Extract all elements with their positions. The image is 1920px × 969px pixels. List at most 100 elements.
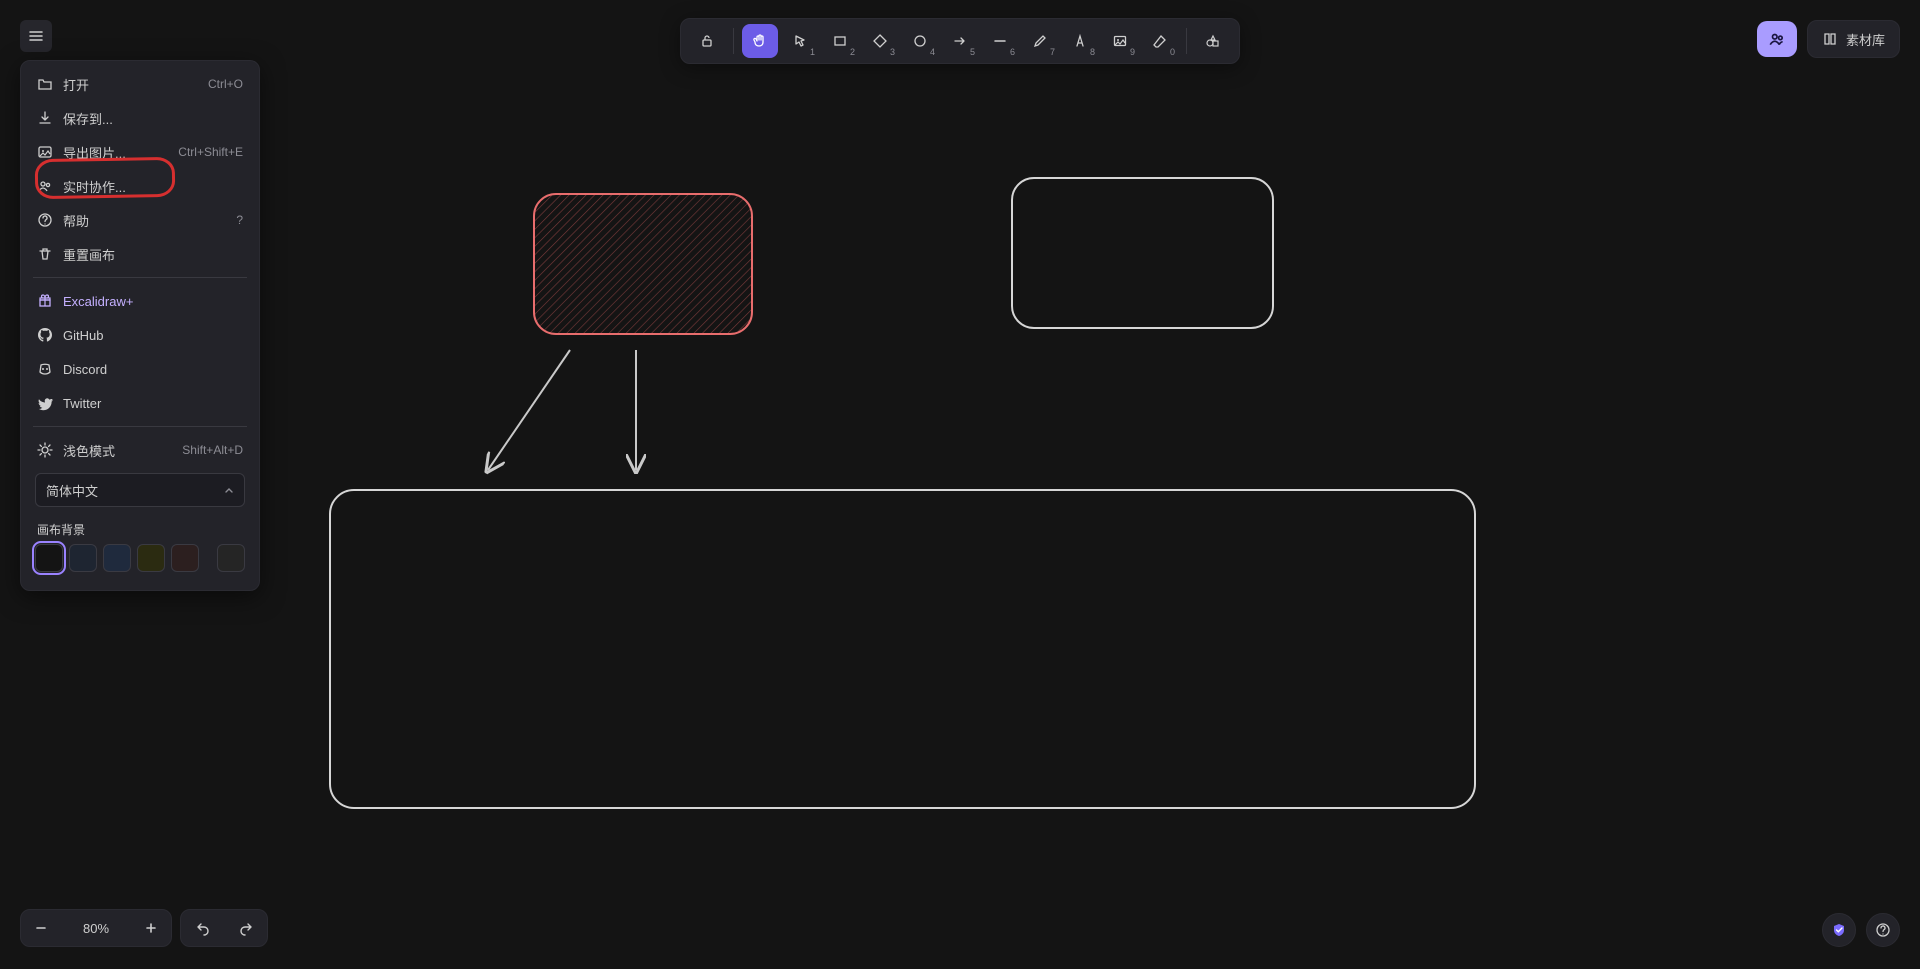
- image-icon: [1112, 33, 1128, 49]
- menu-theme-label: 浅色模式: [63, 441, 172, 460]
- redo-button[interactable]: [224, 910, 267, 946]
- lock-icon: [699, 33, 715, 49]
- main-menu-panel: 打开 Ctrl+O 保存到... 导出图片... Ctrl+Shift+E 实时…: [20, 60, 260, 591]
- text-tool[interactable]: 8: [1062, 24, 1098, 58]
- shapes-tool[interactable]: [1195, 24, 1231, 58]
- menu-excalidraw-plus[interactable]: Excalidraw+: [27, 284, 253, 318]
- menu-theme-shortcut: Shift+Alt+D: [182, 443, 243, 457]
- library-label: 素材库: [1846, 30, 1885, 49]
- menu-help-label: 帮助: [63, 211, 226, 230]
- diamond-icon: [872, 33, 888, 49]
- pencil-icon: [1032, 33, 1048, 49]
- menu-help-shortcut: ?: [236, 213, 243, 227]
- undo-button[interactable]: [181, 910, 224, 946]
- folder-icon: [37, 76, 53, 92]
- undo-icon: [195, 920, 211, 936]
- live-collab-button[interactable]: [1757, 21, 1797, 57]
- menu-reset-canvas[interactable]: 重置画布: [27, 237, 253, 271]
- canvas-bg-swatches: [35, 544, 245, 572]
- plus-icon: [144, 921, 158, 935]
- text-icon: [1072, 33, 1088, 49]
- canvas-white-rect[interactable]: [1012, 178, 1273, 328]
- menu-twitter[interactable]: Twitter: [27, 386, 253, 420]
- menu-help[interactable]: 帮助 ?: [27, 203, 253, 237]
- library-button[interactable]: 素材库: [1807, 20, 1900, 58]
- bottom-right-group: [1822, 913, 1900, 947]
- menu-theme-toggle[interactable]: 浅色模式 Shift+Alt+D: [27, 433, 253, 467]
- menu-divider-1: [33, 277, 247, 278]
- canvas-arrow-1[interactable]: [488, 350, 570, 470]
- eraser-tool[interactable]: 0: [1142, 24, 1178, 58]
- arrow-icon: [952, 33, 968, 49]
- canvas-red-rect[interactable]: [534, 194, 752, 334]
- eraser-icon: [1152, 33, 1168, 49]
- rectangle-icon: [832, 33, 848, 49]
- menu-plus-label: Excalidraw+: [63, 294, 243, 309]
- redo-icon: [238, 920, 254, 936]
- lock-tool[interactable]: [689, 24, 725, 58]
- zoom-value[interactable]: 80%: [61, 921, 131, 936]
- ellipse-icon: [912, 33, 928, 49]
- top-right-group: 素材库: [1757, 20, 1900, 58]
- language-value: 简体中文: [46, 481, 98, 500]
- freedraw-tool[interactable]: 7: [1022, 24, 1058, 58]
- menu-save-to[interactable]: 保存到...: [27, 101, 253, 135]
- zoom-out-button[interactable]: [21, 910, 61, 946]
- hand-tool[interactable]: [742, 24, 778, 58]
- menu-open-shortcut: Ctrl+O: [208, 77, 243, 91]
- undo-group: [180, 909, 268, 947]
- menu-divider-2: [33, 426, 247, 427]
- zoom-in-button[interactable]: [131, 910, 171, 946]
- discord-icon: [37, 361, 53, 377]
- help-icon: [37, 212, 53, 228]
- tool-sub-0: 0: [1170, 47, 1175, 57]
- hand-icon: [752, 33, 768, 49]
- menu-save-to-label: 保存到...: [63, 109, 233, 128]
- tool-sub-8: 8: [1090, 47, 1095, 57]
- tool-sub-7: 7: [1050, 47, 1055, 57]
- menu-live-collab[interactable]: 实时协作...: [27, 169, 253, 203]
- menu-open[interactable]: 打开 Ctrl+O: [27, 67, 253, 101]
- rectangle-tool[interactable]: 2: [822, 24, 858, 58]
- hamburger-icon: [28, 28, 44, 44]
- image-tool[interactable]: 9: [1102, 24, 1138, 58]
- people-icon: [1768, 30, 1786, 48]
- image-export-icon: [37, 144, 53, 160]
- menu-export-image[interactable]: 导出图片... Ctrl+Shift+E: [27, 135, 253, 169]
- canvas-big-rect[interactable]: [330, 490, 1475, 808]
- toolbar-divider-1: [733, 28, 734, 54]
- selection-tool[interactable]: 1: [782, 24, 818, 58]
- ellipse-tool[interactable]: 4: [902, 24, 938, 58]
- menu-export-image-shortcut: Ctrl+Shift+E: [178, 145, 243, 159]
- menu-github[interactable]: GitHub: [27, 318, 253, 352]
- twitter-icon: [37, 395, 53, 411]
- tool-sub-3: 3: [890, 47, 895, 57]
- bg-swatch-2[interactable]: [103, 544, 131, 572]
- menu-button[interactable]: [20, 20, 52, 52]
- diamond-tool[interactable]: 3: [862, 24, 898, 58]
- canvas-bg-label: 画布背景: [37, 521, 243, 538]
- language-select[interactable]: 简体中文: [35, 473, 245, 507]
- line-tool[interactable]: 6: [982, 24, 1018, 58]
- help-button[interactable]: [1866, 913, 1900, 947]
- bg-swatch-1[interactable]: [69, 544, 97, 572]
- shield-icon: [1831, 922, 1847, 938]
- zoom-group: 80%: [20, 909, 172, 947]
- menu-open-label: 打开: [63, 75, 198, 94]
- tool-sub-9: 9: [1130, 47, 1135, 57]
- bg-swatch-custom[interactable]: [217, 544, 245, 572]
- bg-swatch-3[interactable]: [137, 544, 165, 572]
- tool-sub-4: 4: [930, 47, 935, 57]
- book-icon: [1822, 31, 1838, 47]
- minus-icon: [34, 921, 48, 935]
- help-icon: [1875, 922, 1891, 938]
- tool-sub-5: 5: [970, 47, 975, 57]
- drawing-canvas[interactable]: [0, 0, 1920, 969]
- bg-swatch-0[interactable]: [35, 544, 63, 572]
- shield-button[interactable]: [1822, 913, 1856, 947]
- trash-icon: [37, 246, 53, 262]
- bg-swatch-4[interactable]: [171, 544, 199, 572]
- arrow-tool[interactable]: 5: [942, 24, 978, 58]
- tool-sub-6: 6: [1010, 47, 1015, 57]
- menu-discord[interactable]: Discord: [27, 352, 253, 386]
